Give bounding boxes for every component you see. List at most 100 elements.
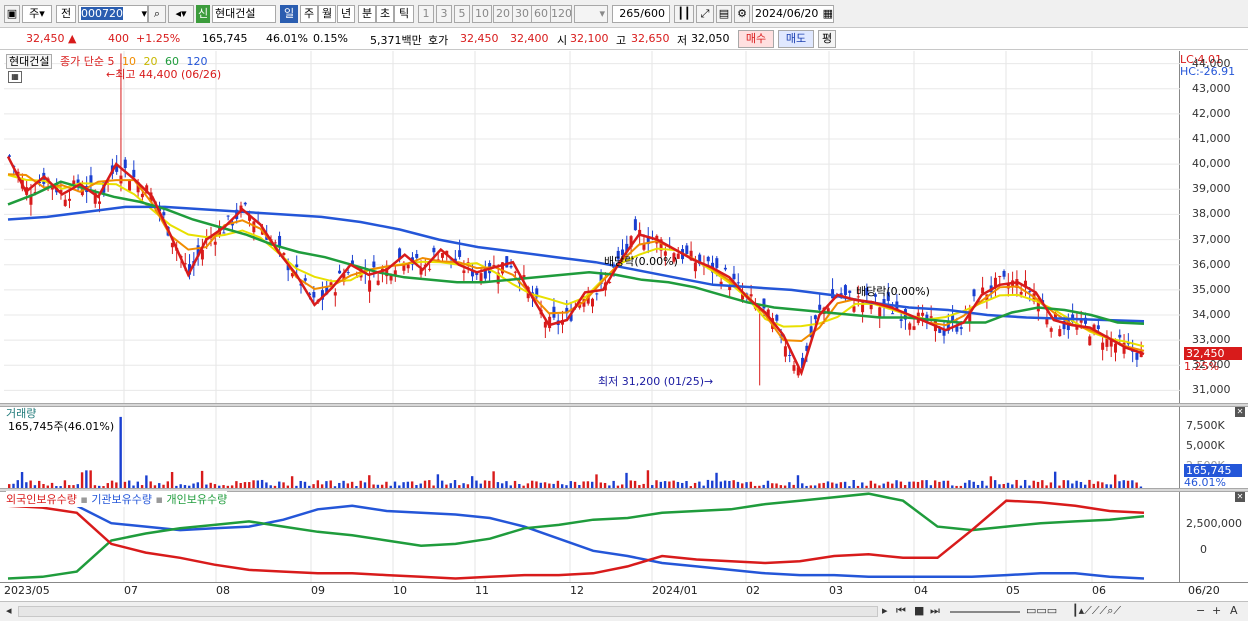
open-label: 시 bbox=[557, 34, 568, 47]
calendar-icon[interactable]: ▦ bbox=[823, 6, 833, 22]
ask-price: 32,450 bbox=[460, 32, 499, 45]
scroll-right-icon[interactable]: ▸ bbox=[882, 604, 888, 617]
tab-year[interactable]: 년 bbox=[337, 5, 355, 23]
pane-icons[interactable]: ▭▭▭ bbox=[1026, 604, 1057, 617]
candle-body bbox=[1049, 328, 1053, 332]
open-price: 32,100 bbox=[570, 32, 609, 45]
compare-icon[interactable]: ⤢ bbox=[696, 5, 714, 23]
x-label: 11 bbox=[475, 584, 489, 597]
text-tool-icon[interactable]: A bbox=[1230, 604, 1238, 617]
holdings-axis: 2,500,000 0 bbox=[1180, 492, 1248, 582]
last-icon[interactable]: ⏭ bbox=[930, 604, 940, 618]
volume-chart[interactable]: 거래량 165,745주(46.01%) ✕ bbox=[4, 407, 1245, 488]
save-icon[interactable]: ▤ bbox=[716, 5, 732, 23]
chart-title: 현대건설 bbox=[6, 54, 53, 69]
candle-body bbox=[368, 280, 372, 292]
tab-tick[interactable]: 틱 bbox=[394, 5, 414, 23]
interval-custom[interactable]: ▾ bbox=[574, 5, 608, 23]
first-icon[interactable]: ⏮ bbox=[896, 604, 906, 618]
tab-minute[interactable]: 분 bbox=[358, 5, 376, 23]
avg-button[interactable]: 평 bbox=[818, 30, 836, 48]
stock-name[interactable]: 현대건설 bbox=[212, 5, 276, 23]
gear-icon[interactable]: ⚙ bbox=[734, 5, 750, 23]
volume-bar bbox=[316, 480, 320, 488]
price-chart[interactable]: 현대건설 종가 단순 5 10 20 60 120 ▦ ←최고 44,400 (… bbox=[4, 51, 1180, 403]
volume-bar bbox=[1032, 480, 1035, 488]
count-field[interactable]: 265/600 bbox=[612, 5, 670, 23]
candle-body bbox=[783, 346, 787, 357]
volume-bar bbox=[946, 480, 950, 488]
volume-bar bbox=[921, 480, 924, 488]
volume-bar bbox=[252, 480, 255, 488]
draw-tools-icon[interactable]: ┃▴⟋⟋⟋⌕⟋ bbox=[1072, 604, 1121, 618]
holdings-chart[interactable]: 외국인보유수량 ▪ 기관보유수량 ▪ 개인보유수량 ✕ bbox=[4, 491, 1245, 582]
volume-bar bbox=[646, 470, 650, 488]
volume-bar bbox=[475, 480, 478, 488]
search-icon[interactable]: ⌕ bbox=[148, 5, 166, 23]
volume-bar bbox=[488, 480, 491, 488]
interval-120[interactable]: 120 bbox=[550, 5, 572, 23]
tab-day[interactable]: 일 bbox=[280, 5, 298, 23]
chart-menu-icon[interactable]: ▦ bbox=[8, 71, 22, 83]
candle-body bbox=[338, 270, 342, 274]
candle-body bbox=[685, 245, 689, 254]
change: 400 bbox=[108, 32, 129, 45]
volume-bar bbox=[1096, 481, 1100, 488]
candle-body bbox=[282, 252, 286, 255]
sell-button[interactable]: 매도 bbox=[778, 30, 814, 48]
tab-second[interactable]: 초 bbox=[376, 5, 394, 23]
zoom-out-icon[interactable]: − bbox=[1196, 604, 1205, 617]
vol-tick: 5,000K bbox=[1186, 439, 1225, 452]
volume-bar bbox=[423, 480, 427, 488]
volume-info: 165,745주(46.01%) bbox=[8, 420, 115, 433]
interval-30[interactable]: 30 bbox=[512, 5, 532, 23]
interval-10[interactable]: 10 bbox=[472, 5, 492, 23]
candle-body bbox=[591, 298, 595, 307]
tab-month[interactable]: 월 bbox=[318, 5, 336, 23]
volume-bar bbox=[325, 481, 328, 488]
volume-bar bbox=[1023, 479, 1027, 488]
candle-body bbox=[912, 326, 916, 330]
volume-bar bbox=[170, 472, 174, 488]
series-foreign: 외국인보유수량 bbox=[6, 493, 77, 506]
volume-bar bbox=[290, 476, 294, 488]
last-rate-label: 1.25% bbox=[1184, 360, 1219, 373]
scroll-left-icon[interactable]: ◂ bbox=[6, 604, 12, 617]
interval-60[interactable]: 60 bbox=[531, 5, 551, 23]
zoom-in-icon[interactable]: + bbox=[1212, 604, 1221, 617]
stop-icon[interactable]: ■ bbox=[914, 604, 924, 617]
candle-body bbox=[706, 256, 710, 262]
interval-5[interactable]: 5 bbox=[454, 5, 470, 23]
interval-20[interactable]: 20 bbox=[493, 5, 513, 23]
quote-bar: 32,450 ▲ 400 +1.25% 165,745 46.01% 0.15%… bbox=[0, 28, 1248, 50]
candle-body bbox=[959, 327, 963, 329]
tab-week[interactable]: 주 bbox=[300, 5, 318, 23]
volume-bar bbox=[85, 470, 88, 488]
interval-1[interactable]: 1 bbox=[418, 5, 434, 23]
candle-body bbox=[346, 272, 350, 274]
price-tick: 35,000 bbox=[1192, 282, 1231, 296]
x-label: 06 bbox=[1092, 584, 1106, 597]
interval-3[interactable]: 3 bbox=[436, 5, 452, 23]
name-tag: 신 bbox=[196, 5, 210, 23]
market-select[interactable]: 주▾ bbox=[22, 5, 52, 23]
price-tick: 41,000 bbox=[1192, 132, 1231, 145]
zoom-slider[interactable] bbox=[950, 611, 1020, 613]
horizontal-scrollbar[interactable] bbox=[18, 606, 878, 617]
candle-body bbox=[509, 265, 513, 268]
layout-icon[interactable]: ▣ bbox=[4, 5, 20, 23]
candle-body bbox=[1058, 329, 1062, 337]
candle-body bbox=[749, 294, 753, 297]
volume-bar bbox=[483, 480, 487, 488]
volume-bar bbox=[672, 480, 675, 488]
buy-button[interactable]: 매수 bbox=[738, 30, 774, 48]
x-label: 09 bbox=[311, 584, 325, 597]
prev-button[interactable]: 전 bbox=[56, 5, 76, 23]
sound-icon[interactable]: ◂▾ bbox=[168, 5, 194, 23]
volume-bar bbox=[453, 480, 457, 488]
code-input[interactable]: 000720 ▾ bbox=[78, 5, 148, 23]
candle-body bbox=[595, 293, 599, 295]
candle-icon[interactable]: ┃┃ bbox=[674, 5, 694, 23]
date-field[interactable]: 2024/06/20 ▦ bbox=[752, 5, 834, 23]
volume-bar bbox=[80, 472, 84, 488]
